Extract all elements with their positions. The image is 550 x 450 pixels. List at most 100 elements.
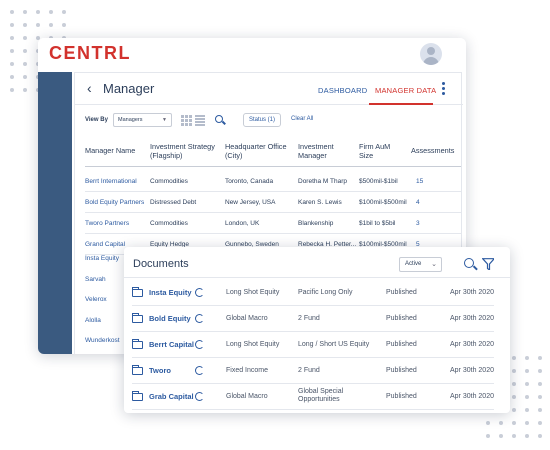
sync-icon[interactable]: [195, 340, 204, 349]
document-name-link[interactable]: Tworo: [149, 366, 171, 375]
document-name-link[interactable]: Insta Equity: [149, 288, 192, 297]
user-avatar-icon[interactable]: [420, 43, 442, 65]
decorative-dot: [23, 49, 27, 53]
manager-name-link[interactable]: Tworo Partners: [85, 220, 129, 227]
folder-icon[interactable]: [132, 365, 143, 375]
manager-name-link[interactable]: Sarvah: [85, 276, 106, 283]
table-row[interactable]: Bold Equity Partners Distressed Debt New J…: [85, 192, 461, 213]
manager-name-link[interactable]: Wunderkost: [85, 337, 120, 344]
decorative-dot: [538, 382, 542, 386]
view-by-select[interactable]: Managers ▼: [113, 113, 172, 127]
col-investment-strategy[interactable]: Investment Strategy (Flagship): [150, 142, 215, 160]
decorative-dot: [10, 36, 14, 40]
decorative-dot: [23, 10, 27, 14]
document-fund: Long / Short US Equity: [298, 341, 370, 348]
sync-icon[interactable]: [195, 366, 204, 375]
decorative-dot: [525, 356, 529, 360]
list-view-icon[interactable]: [195, 115, 205, 126]
col-label-sub: (City): [225, 151, 243, 160]
panel-header: ‹ Manager DASHBOARD MANAGER DATA: [75, 73, 463, 105]
decorative-dot: [538, 421, 542, 425]
tab-manager-data[interactable]: MANAGER DATA: [375, 86, 436, 95]
col-assessments[interactable]: Assessments: [411, 146, 454, 155]
document-strategy: Long Shot Equity: [226, 341, 280, 348]
document-row[interactable]: Bold Equity Global Macro 2 Fund Published Ap…: [132, 306, 494, 332]
document-date: Apr 30th 2020: [450, 289, 494, 296]
document-row[interactable]: Insta Equity Long Shot Equity Pacific Long…: [132, 280, 494, 306]
col-investment-manager[interactable]: Investment Manager: [298, 142, 334, 160]
document-name-link[interactable]: Bold Equity: [149, 314, 191, 323]
status-select[interactable]: Active ⌄: [399, 257, 442, 272]
manager-name-link[interactable]: Grand Capital: [85, 241, 125, 248]
col-label-sub: Size: [359, 151, 374, 160]
col-manager-name[interactable]: Manager Name: [85, 146, 135, 155]
decorative-dot: [512, 369, 516, 373]
grid-view-icon[interactable]: [181, 115, 192, 126]
decorative-dot: [512, 382, 516, 386]
folder-icon[interactable]: [132, 339, 143, 349]
more-options-icon[interactable]: [442, 82, 446, 96]
folder-icon[interactable]: [132, 287, 143, 297]
decorative-dot: [23, 62, 27, 66]
sync-icon[interactable]: [195, 288, 204, 297]
decorative-dot: [10, 49, 14, 53]
document-strategy: Global Macro: [226, 315, 268, 322]
decorative-dot: [486, 421, 490, 425]
decorative-dot: [512, 395, 516, 399]
clear-all-link[interactable]: Clear All: [291, 116, 313, 122]
assessments-count-link[interactable]: 15: [416, 178, 423, 185]
table-cell: Toronto, Canada: [225, 178, 274, 185]
document-status: Published: [386, 341, 417, 348]
decorative-dot: [512, 434, 516, 438]
chevron-down-icon: ▼: [162, 117, 167, 123]
assessments-count-link[interactable]: 3: [416, 220, 420, 227]
centrl-logo[interactable]: CENTRL: [49, 43, 131, 64]
manager-name-link[interactable]: Alolla: [85, 317, 101, 324]
table-cell: Karen S. Lewis: [298, 199, 342, 206]
stage: CENTRL ‹ Manager DASHBOARD MANAGER DATA …: [0, 0, 550, 450]
search-icon[interactable]: [464, 258, 474, 268]
manager-name-link[interactable]: Velerox: [85, 296, 107, 303]
table-cell: Blankenship: [298, 220, 334, 227]
decorative-dot: [62, 10, 66, 14]
document-name-link[interactable]: Grab Capital: [149, 392, 194, 401]
decorative-dot: [36, 10, 40, 14]
back-arrow-icon[interactable]: ‹: [87, 80, 92, 96]
sync-icon[interactable]: [195, 314, 204, 323]
sync-icon[interactable]: [195, 392, 204, 401]
status-filter-button[interactable]: Status (1): [243, 113, 281, 127]
table-cell: Doretha M Tharp: [298, 178, 348, 185]
document-strategy: Global Macro: [226, 393, 268, 400]
document-name-link[interactable]: Berrt Capital: [149, 340, 194, 349]
assessments-count-link[interactable]: 4: [416, 199, 420, 206]
decorative-dot: [10, 10, 14, 14]
decorative-dot: [23, 23, 27, 27]
document-row[interactable]: Tworo Fixed Income 2 Fund Published Apr 30th…: [132, 358, 494, 384]
col-label-sub: (Flagship): [150, 151, 183, 160]
table-cell: New Jersey, USA: [225, 199, 276, 206]
decorative-dot: [62, 23, 66, 27]
table-toolbar: View By Managers ▼ Status (1) Clear All: [75, 113, 463, 131]
document-row[interactable]: Grab Capital Global Macro Global Special O…: [132, 384, 494, 410]
folder-icon[interactable]: [132, 313, 143, 323]
filter-icon[interactable]: [482, 258, 494, 270]
document-date: Apr 30th 2020: [450, 367, 494, 374]
manager-name-link[interactable]: Insta Equity: [85, 255, 119, 262]
table-row[interactable]: Tworo Partners Commodities London, UK Blank…: [85, 213, 461, 234]
sidebar: [38, 72, 72, 354]
document-fund: Global Special Opportunities: [298, 388, 344, 403]
col-firm-aum-size[interactable]: Firm AuM Size: [359, 142, 390, 160]
manager-name-link[interactable]: Berrt International: [85, 178, 137, 185]
decorative-dot: [525, 421, 529, 425]
divider: [124, 277, 510, 278]
manager-name-link[interactable]: Bold Equity Partners: [85, 199, 144, 206]
folder-icon[interactable]: [132, 391, 143, 401]
search-icon[interactable]: [215, 115, 223, 123]
decorative-dot: [538, 408, 542, 412]
col-headquarter-office[interactable]: Headquarter Office (City): [225, 142, 287, 160]
tab-dashboard[interactable]: DASHBOARD: [318, 86, 367, 95]
table-row[interactable]: Berrt International Commodities Toronto, C…: [85, 171, 461, 192]
decorative-dot: [538, 434, 542, 438]
document-row[interactable]: Berrt Capital Long Shot Equity Long / Shor…: [132, 332, 494, 358]
app-top-bar: CENTRL: [38, 38, 466, 72]
